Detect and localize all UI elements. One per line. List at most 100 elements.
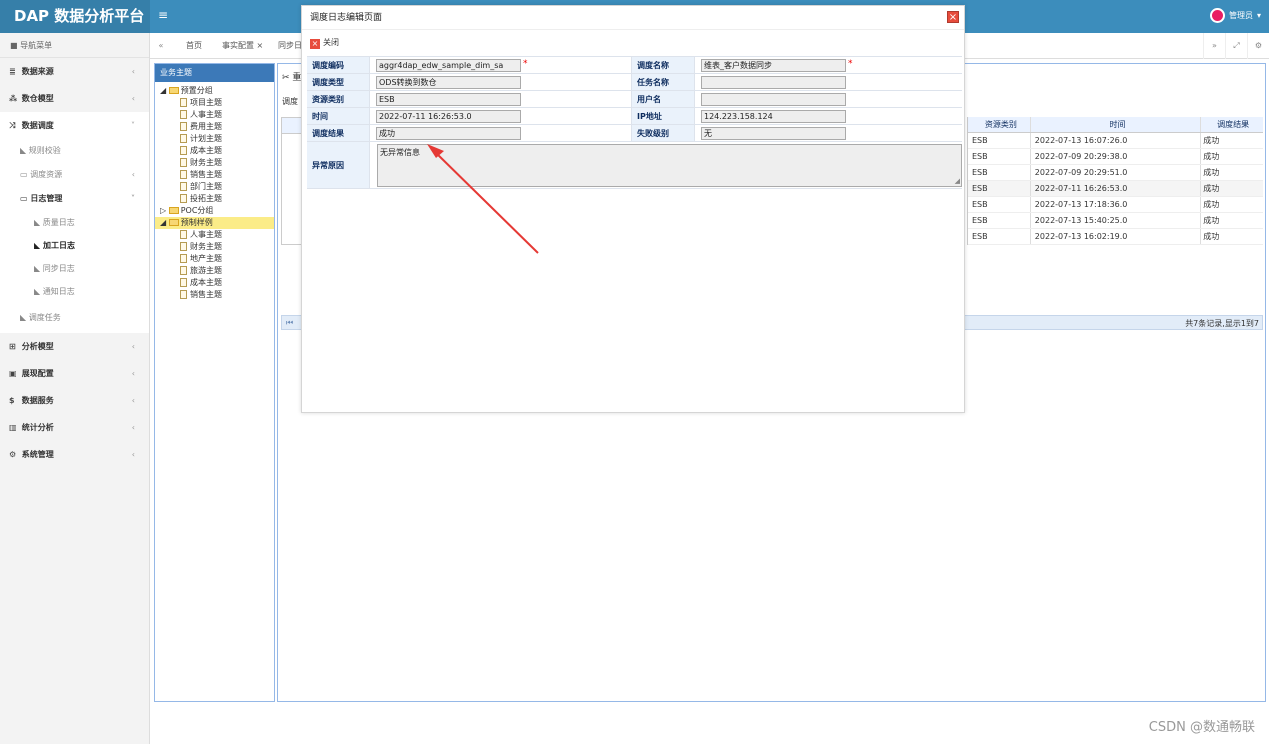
tree-node-label: 预置分组	[180, 86, 213, 95]
sidebar-item-label: 数仓模型	[21, 94, 54, 103]
user-menu[interactable]: 管理员 ▾	[1209, 8, 1261, 23]
sidebar-item-label: 规则校验	[28, 146, 61, 155]
cell: 2022-07-13 17:18:36.0	[1031, 197, 1202, 212]
col-result[interactable]: 调度结果	[1201, 117, 1263, 132]
table-row[interactable]: ESB 2022-07-13 15:40:25.0 成功	[968, 213, 1263, 229]
sidebar-item-sched-resource[interactable]: ▭ 调度资源 ‹	[0, 163, 149, 187]
result-field[interactable]: 成功	[376, 127, 521, 140]
sidebar-item-rule-check[interactable]: ◣ 规则校验	[0, 139, 149, 163]
tree-node[interactable]: 人事主题	[155, 109, 274, 121]
sidebar-item-analysis-model[interactable]: ⊞ 分析模型 ‹	[0, 333, 149, 360]
sidebar-item-notify-log[interactable]: ◣ 通知日志	[0, 280, 149, 303]
tab-sync-log[interactable]: 同步日	[278, 33, 302, 59]
tree-node-label: 人事主题	[190, 110, 222, 119]
menu-toggle-icon[interactable]: ≡	[158, 8, 168, 22]
sidebar-item-sync-log[interactable]: ◣ 同步日志	[0, 257, 149, 280]
tree-node-label: 旅游主题	[190, 266, 222, 275]
tree-header: 业务主题	[155, 64, 274, 82]
sidebar-item-data-source[interactable]: ≣ 数据来源 ‹	[0, 58, 149, 85]
code-field[interactable]: aggr4dap_edw_sample_dim_sa	[376, 59, 521, 72]
tree-node[interactable]: 销售主题	[155, 289, 274, 301]
avatar	[1209, 8, 1225, 23]
tree-node[interactable]: 费用主题	[155, 121, 274, 133]
dialog-close-icon[interactable]: ×	[947, 11, 959, 23]
tree-node[interactable]: 项目主题	[155, 97, 274, 109]
sidebar-item-data-service[interactable]: $ 数据服务 ‹	[0, 387, 149, 414]
ip-field[interactable]: 124.223.158.124	[701, 110, 846, 123]
close-icon[interactable]: ×	[257, 41, 264, 50]
fail-level-field[interactable]: 无	[701, 127, 846, 140]
col-time[interactable]: 时间	[1031, 117, 1202, 132]
tree-node[interactable]: 成本主题	[155, 145, 274, 157]
sidebar-item-sched-task[interactable]: ◣ 调度任务	[0, 303, 149, 333]
task-field[interactable]	[701, 76, 846, 89]
tree-node[interactable]: 销售主题	[155, 169, 274, 181]
tab-home[interactable]: 首页	[186, 33, 202, 59]
tabs-scroll-right-icon[interactable]: »	[1203, 33, 1225, 59]
chevron-left-icon: ‹	[131, 396, 135, 405]
sidebar-item-dw-model[interactable]: ⁂ 数仓模型 ‹	[0, 85, 149, 112]
resource-field[interactable]: ESB	[376, 93, 521, 106]
sidebar-item-display-config[interactable]: ▣ 展现配置 ‹	[0, 360, 149, 387]
field-label: 调度编码	[307, 57, 370, 73]
table-row[interactable]: ESB 2022-07-13 16:07:26.0 成功	[968, 133, 1263, 149]
fullscreen-icon[interactable]: ⤢	[1225, 33, 1247, 59]
table-row[interactable]: ESB 2022-07-09 20:29:51.0 成功	[968, 165, 1263, 181]
tree-node[interactable]: 财务主题	[155, 157, 274, 169]
tree-node[interactable]: 地产主题	[155, 253, 274, 265]
tree-node[interactable]: 计划主题	[155, 133, 274, 145]
form-row: 资源类别 ESB 用户名	[307, 91, 962, 108]
sidebar-item-system[interactable]: ⚙ 系统管理 ‹	[0, 441, 149, 468]
tree-node-label: 投拓主题	[190, 194, 222, 203]
table-row[interactable]: ESB 2022-07-09 20:29:38.0 成功	[968, 149, 1263, 165]
cell: ESB	[968, 165, 1031, 180]
name-field[interactable]: 维表_客户数据同步	[701, 59, 846, 72]
table-row[interactable]: ESB 2022-07-13 17:18:36.0 成功	[968, 197, 1263, 213]
tab-label: 事实配置	[222, 41, 254, 50]
sidebar-item-scheduling[interactable]: ⤨ 数据调度 ˅	[0, 112, 149, 139]
cell: 2022-07-09 20:29:38.0	[1031, 149, 1202, 164]
error-reason-textarea[interactable]: 无异常信息 ◢	[377, 144, 962, 187]
folder-icon	[168, 219, 179, 226]
sidebar-item-log-mgmt[interactable]: ▭ 日志管理 ˅	[0, 187, 149, 211]
sidebar-item-quality-log[interactable]: ◣ 质量日志	[0, 211, 149, 234]
tree-node-group[interactable]: ◢ 预置分组	[155, 85, 274, 97]
resize-handle-icon[interactable]: ◢	[955, 177, 960, 185]
sidebar-item-label: 数据来源	[21, 67, 54, 76]
time-field[interactable]: 2022-07-11 16:26:53.0	[376, 110, 521, 123]
chevron-left-icon: ‹	[131, 423, 135, 432]
table-row[interactable]: ESB 2022-07-11 16:26:53.0 成功	[968, 181, 1263, 197]
topic-tree: ◢ 预置分组 项目主题 人事主题 费用主题 计划主题 成本主题 财务主题 销售主…	[155, 82, 274, 301]
tree-node-label: 成本主题	[190, 146, 222, 155]
log-form: 调度编码 aggr4dap_edw_sample_dim_sa * 调度名称 维表…	[307, 56, 962, 189]
tab-fact-config[interactable]: 事实配置 ×	[222, 33, 263, 59]
nav-header-label: 导航菜单	[20, 41, 53, 50]
cell: 2022-07-13 16:07:26.0	[1031, 133, 1202, 148]
document-icon	[180, 110, 187, 119]
sidebar-item-statistics[interactable]: ▥ 统计分析 ‹	[0, 414, 149, 441]
sidebar-item-process-log[interactable]: ◣ 加工日志	[0, 234, 149, 257]
tabs-scroll-left-icon[interactable]: «	[150, 33, 172, 59]
tree-node-group-selected[interactable]: ◢ 预制样例	[155, 217, 274, 229]
tree-node[interactable]: 人事主题	[155, 229, 274, 241]
tree-node-group[interactable]: ▷ POC分组	[155, 205, 274, 217]
first-page-icon[interactable]: ⏮	[286, 318, 293, 328]
bar-chart-icon: ▥	[9, 423, 17, 432]
tree-node[interactable]: 投拓主题	[155, 193, 274, 205]
edit-dialog: 调度日志编辑页面 × × 关闭 调度编码 aggr4dap_edw_sample_…	[301, 5, 965, 413]
settings-icon[interactable]: ⚙	[1247, 33, 1269, 59]
chevron-left-icon: ‹	[131, 170, 135, 179]
tree-node[interactable]: 旅游主题	[155, 265, 274, 277]
type-field[interactable]: ODS转换到数仓	[376, 76, 521, 89]
tree-node[interactable]: 财务主题	[155, 241, 274, 253]
user-field[interactable]	[701, 93, 846, 106]
document-icon	[180, 170, 187, 179]
tree-node[interactable]: 部门主题	[155, 181, 274, 193]
tree-node[interactable]: 成本主题	[155, 277, 274, 289]
cell: 成功	[1203, 216, 1220, 225]
col-resource-type[interactable]: 资源类别	[968, 117, 1031, 132]
table-row[interactable]: ESB 2022-07-13 16:02:19.0 成功	[968, 229, 1263, 245]
close-button[interactable]: × 关闭	[310, 38, 339, 49]
cell: 2022-07-13 15:40:25.0	[1031, 213, 1202, 228]
cell: 2022-07-11 16:26:53.0	[1031, 181, 1202, 196]
